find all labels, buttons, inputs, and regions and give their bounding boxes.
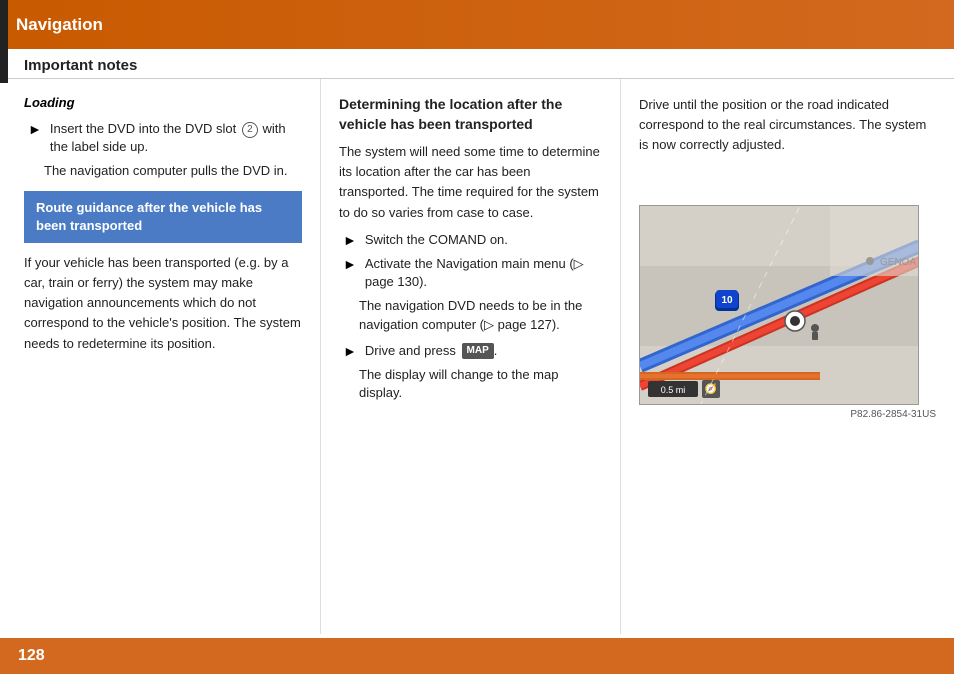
sub-bullet-dvd: The navigation DVD needs to be in the na… bbox=[339, 297, 602, 333]
intro-text: The system will need some time to determ… bbox=[339, 142, 602, 223]
header-black-bar bbox=[0, 0, 8, 49]
section-title: Determining the location after the vehic… bbox=[339, 95, 602, 134]
highlight-box-text: Route guidance after the vehicle has bee… bbox=[36, 200, 262, 233]
subheader-black-bar bbox=[0, 49, 8, 83]
mid-column: Determining the location after the vehic… bbox=[320, 79, 620, 634]
bullet-text-activate: Activate the Navigation main menu (▷ pag… bbox=[365, 255, 602, 291]
map-caption: P82.86-2854-31US bbox=[639, 409, 936, 420]
bullet-text-switch: Switch the COMAND on. bbox=[365, 231, 508, 249]
svg-text:0.5 mi: 0.5 mi bbox=[661, 385, 686, 395]
bullet-arrow-1: ► bbox=[28, 121, 42, 156]
map-image: 10 GENOA 0.5 mi 🧭 bbox=[639, 205, 919, 405]
svg-text:10: 10 bbox=[721, 295, 733, 306]
page-title: Navigation bbox=[16, 15, 103, 35]
bullet-text-1: Insert the DVD into the DVD slot 2 with … bbox=[50, 120, 302, 156]
bullet-item-drive: ► Drive and press MAP. bbox=[339, 342, 602, 360]
circle-num: 2 bbox=[242, 122, 258, 138]
sub-bullet-display-text: The display will change to the map displ… bbox=[359, 367, 558, 400]
body-text-right: Drive until the position or the road ind… bbox=[639, 95, 936, 155]
highlight-box: Route guidance after the vehicle has bee… bbox=[24, 191, 302, 243]
subheader: Important notes bbox=[0, 49, 954, 79]
right-column: Drive until the position or the road ind… bbox=[620, 79, 954, 634]
bullet-arrow-drive: ► bbox=[343, 343, 357, 360]
bullet-item-switch: ► Switch the COMAND on. bbox=[339, 231, 602, 249]
bullet-item-activate: ► Activate the Navigation main menu (▷ p… bbox=[339, 255, 602, 291]
map-button: MAP bbox=[462, 343, 494, 359]
sub-bullet-dvd-text: The navigation DVD needs to be in the na… bbox=[359, 298, 582, 331]
page-footer: 128 bbox=[0, 638, 954, 674]
sub-bullet-display: The display will change to the map displ… bbox=[339, 366, 602, 402]
bullet-arrow-switch: ► bbox=[343, 232, 357, 249]
left-column: Loading ► Insert the DVD into the DVD sl… bbox=[0, 79, 320, 634]
sub-bullet-1: The navigation computer pulls the DVD in… bbox=[24, 162, 302, 180]
main-content: Loading ► Insert the DVD into the DVD sl… bbox=[0, 79, 954, 634]
loading-label: Loading bbox=[24, 95, 302, 110]
bullet-text-drive: Drive and press MAP. bbox=[365, 342, 498, 360]
bullet-arrow-activate: ► bbox=[343, 256, 357, 291]
body-text-left: If your vehicle has been transported (e.… bbox=[24, 253, 302, 354]
sub-bullet-text-1: The navigation computer pulls the DVD in… bbox=[44, 163, 288, 178]
bullet-item-1: ► Insert the DVD into the DVD slot 2 wit… bbox=[24, 120, 302, 156]
page-number: 128 bbox=[18, 647, 45, 665]
page-header: Navigation bbox=[0, 0, 954, 49]
subheader-title: Important notes bbox=[24, 57, 137, 74]
map-svg: 10 GENOA 0.5 mi 🧭 bbox=[640, 206, 919, 405]
